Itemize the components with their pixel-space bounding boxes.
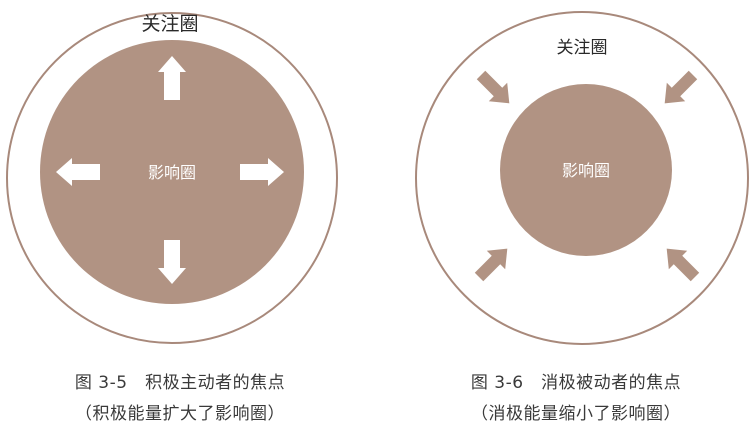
outer-label: 关注圈 [141,13,198,35]
caption-title: 图 3-5 积极主动者的焦点 [74,373,286,393]
caption-subtitle: （消极能量缩小了影响圈） [471,404,681,424]
reactive-focus-figure: 关注圈 影响圈 图 3-6 消极被动者的焦点 （消极能量缩小了影响圈） [400,0,756,427]
proactive-focus-figure: 关注圈 影响圈 图 3-5 积极主动者的焦点 （积极能量扩大了影响圈） [0,0,370,427]
outer-label: 关注圈 [557,38,608,58]
inner-label: 影响圈 [148,163,196,182]
reactive-diagram: 关注圈 影响圈 [415,11,749,345]
caption-subtitle: （积极能量扩大了影响圈） [75,404,285,424]
caption-title: 图 3-6 消极被动者的焦点 [470,373,682,393]
inner-label: 影响圈 [562,161,610,180]
arrow-inward-bottom-left-icon [474,248,508,282]
arrow-inward-top-right-icon [664,70,698,104]
arrow-inward-top-left-icon [476,70,510,104]
arrow-inward-bottom-right-icon [666,248,700,282]
proactive-diagram: 关注圈 影响圈 [6,12,338,344]
